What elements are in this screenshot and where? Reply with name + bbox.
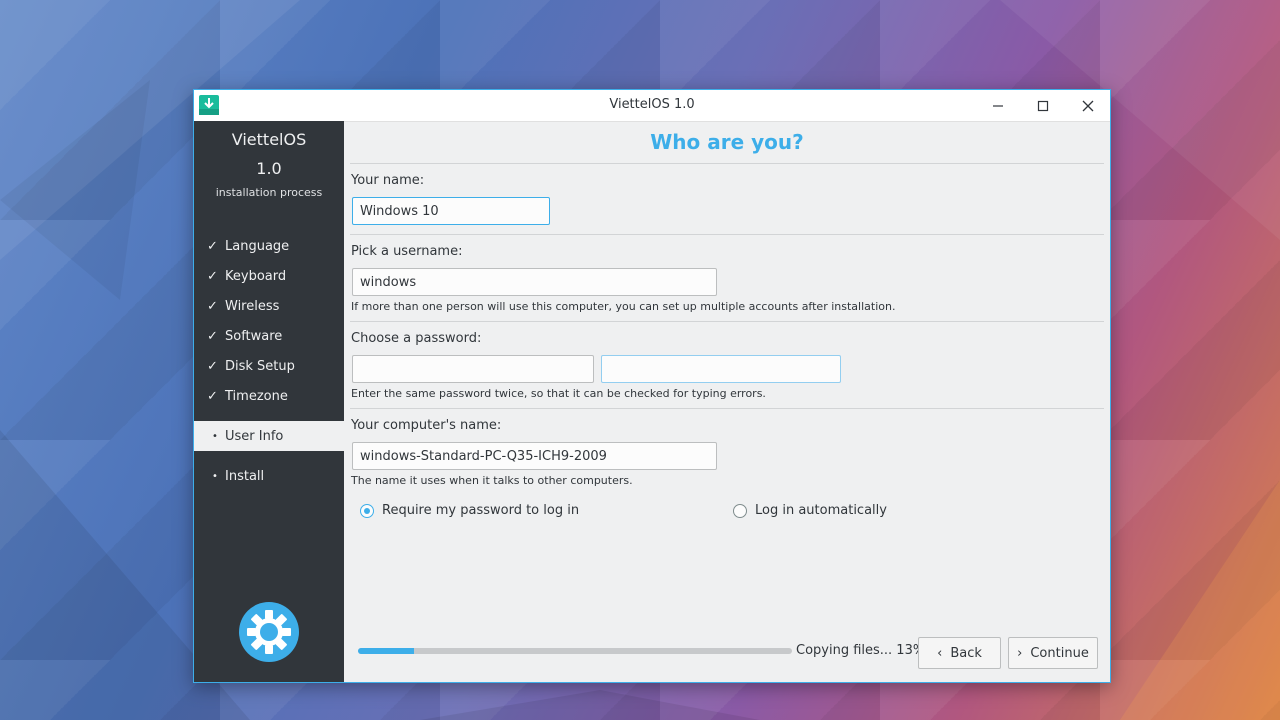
username-label: Pick a username: bbox=[351, 244, 463, 259]
check-icon: ✓ bbox=[207, 358, 218, 374]
step-label: User Info bbox=[225, 428, 284, 444]
title-bar: ViettelOS 1.0 bbox=[194, 90, 1110, 122]
steps-sidebar: ViettelOS 1.0 installation process ✓ Lan… bbox=[194, 121, 344, 682]
minimize-icon bbox=[993, 104, 1003, 107]
back-label: Back bbox=[950, 645, 982, 661]
chevron-right-icon: › bbox=[1017, 645, 1023, 661]
require-password-radio[interactable]: Require my password to log in bbox=[360, 503, 579, 518]
divider bbox=[350, 163, 1104, 164]
step-label: Disk Setup bbox=[225, 358, 295, 374]
step-language: ✓ Language bbox=[194, 231, 344, 261]
computer-name-hint: The name it uses when it talks to other … bbox=[351, 474, 633, 487]
step-label: Software bbox=[225, 328, 283, 344]
step-label: Install bbox=[225, 468, 265, 484]
auto-login-radio[interactable]: Log in automatically bbox=[733, 503, 887, 518]
username-hint: If more than one person will use this co… bbox=[351, 300, 896, 313]
name-label: Your name: bbox=[351, 173, 425, 188]
radio-selected-icon bbox=[360, 503, 374, 518]
divider bbox=[350, 234, 1104, 235]
radio-label: Log in automatically bbox=[755, 503, 887, 518]
step-disk-setup: ✓ Disk Setup bbox=[194, 351, 344, 381]
product-name: ViettelOS bbox=[231, 130, 307, 149]
back-button[interactable]: ‹ Back bbox=[918, 637, 1001, 669]
computer-name-input[interactable] bbox=[352, 442, 717, 470]
maximize-button[interactable] bbox=[1021, 90, 1065, 121]
continue-button[interactable]: › Continue bbox=[1008, 637, 1098, 669]
continue-label: Continue bbox=[1030, 645, 1089, 661]
password-hint: Enter the same password twice, so that i… bbox=[351, 387, 766, 400]
step-install: • Install bbox=[194, 461, 344, 491]
check-icon: ✓ bbox=[207, 238, 218, 254]
page-title: Who are you? bbox=[650, 130, 804, 154]
install-progress-bar bbox=[358, 648, 792, 654]
installer-window: ViettelOS 1.0 ViettelOS 1.0 installation… bbox=[193, 89, 1111, 683]
divider bbox=[350, 321, 1104, 322]
process-subtitle: installation process bbox=[215, 186, 323, 199]
product-version: 1.0 bbox=[256, 159, 282, 178]
user-info-page: Who are you? Your name: Pick a username:… bbox=[344, 121, 1110, 682]
check-icon: ✓ bbox=[207, 388, 218, 404]
step-label: Keyboard bbox=[225, 268, 287, 284]
full-name-input[interactable] bbox=[352, 197, 550, 225]
step-software: ✓ Software bbox=[194, 321, 344, 351]
step-label: Timezone bbox=[225, 388, 288, 404]
maximize-icon bbox=[1037, 100, 1049, 111]
step-keyboard: ✓ Keyboard bbox=[194, 261, 344, 291]
progress-fill bbox=[358, 648, 415, 654]
bullet-icon: • bbox=[212, 470, 218, 482]
chevron-left-icon: ‹ bbox=[937, 645, 943, 661]
progress-status: Copying files... 13% bbox=[796, 643, 926, 658]
step-label: Language bbox=[225, 238, 290, 254]
divider bbox=[350, 408, 1104, 409]
password-input[interactable] bbox=[352, 355, 594, 383]
radio-label: Require my password to log in bbox=[382, 503, 580, 518]
step-wireless: ✓ Wireless bbox=[194, 291, 344, 321]
check-icon: ✓ bbox=[207, 298, 218, 314]
distro-gear-logo-icon bbox=[239, 602, 299, 662]
radio-unselected-icon bbox=[733, 503, 747, 518]
step-timezone: ✓ Timezone bbox=[194, 381, 344, 411]
close-icon bbox=[1082, 100, 1094, 111]
computer-name-label: Your computer's name: bbox=[351, 418, 502, 433]
step-label: Wireless bbox=[225, 298, 280, 314]
username-input[interactable] bbox=[352, 268, 717, 296]
bullet-icon: • bbox=[212, 430, 218, 442]
password-confirm-input[interactable] bbox=[601, 355, 841, 383]
minimize-button[interactable] bbox=[976, 90, 1020, 121]
close-button[interactable] bbox=[1066, 90, 1110, 121]
check-icon: ✓ bbox=[207, 328, 218, 344]
window-title: ViettelOS 1.0 bbox=[609, 97, 695, 112]
password-label: Choose a password: bbox=[351, 331, 482, 346]
step-user-info: • User Info bbox=[194, 421, 344, 451]
check-icon: ✓ bbox=[207, 268, 218, 284]
